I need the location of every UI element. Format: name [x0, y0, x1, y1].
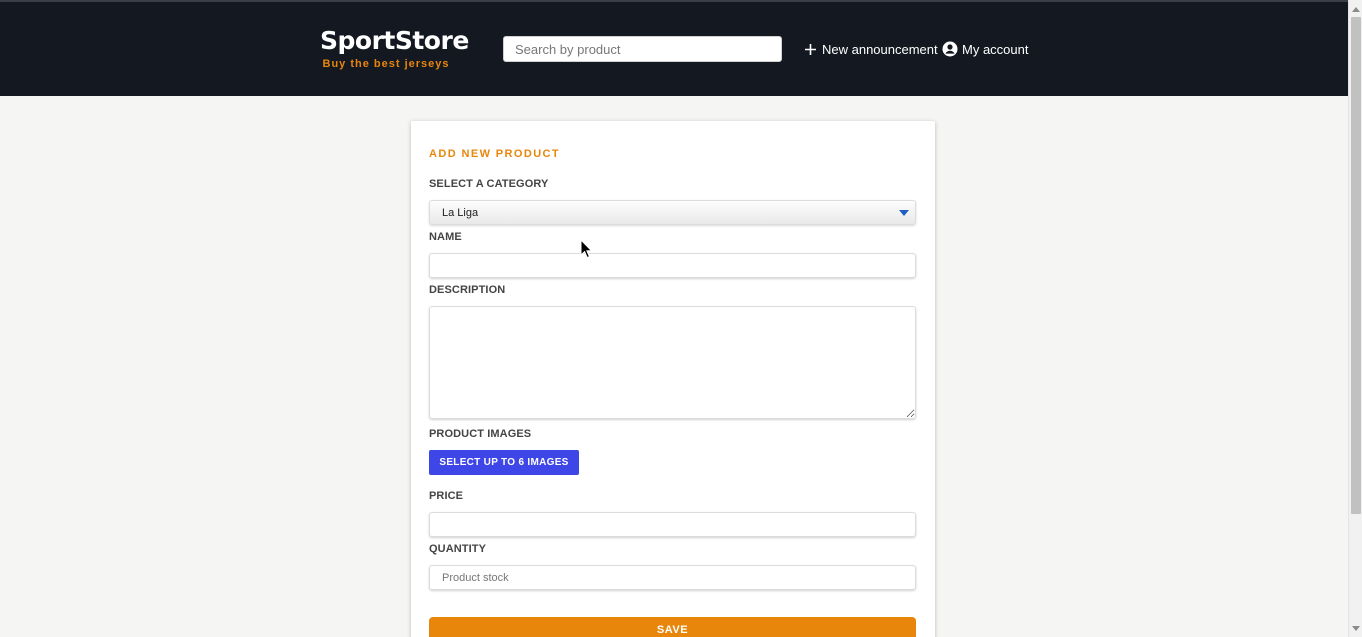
product-images-label: PRODUCT IMAGES	[429, 428, 532, 440]
new-announcement-label: New announcement	[822, 41, 938, 57]
form-title: ADD NEW PRODUCT	[429, 148, 560, 160]
quantity-input[interactable]	[429, 565, 916, 590]
user-circle-icon	[942, 41, 958, 57]
brand-logo[interactable]: SportStore Buy the best jerseys	[320, 26, 469, 70]
save-button[interactable]: SAVE	[429, 617, 916, 637]
plus-icon	[802, 41, 818, 57]
mouse-cursor-icon	[580, 238, 593, 259]
scroll-down-arrow-icon[interactable]	[1349, 621, 1362, 635]
my-account-link[interactable]: My account	[942, 38, 1028, 60]
price-label: PRICE	[429, 490, 464, 502]
scroll-up-arrow-icon[interactable]	[1349, 2, 1362, 16]
search-input[interactable]	[503, 36, 782, 62]
new-announcement-link[interactable]: New announcement	[802, 38, 938, 60]
brand-title: SportStore	[320, 26, 469, 55]
select-images-button[interactable]: SELECT UP TO 6 IMAGES	[429, 450, 579, 475]
quantity-label: QUANTITY	[429, 543, 487, 555]
description-label: DESCRIPTION	[429, 284, 506, 296]
category-select[interactable]: La Liga	[429, 200, 916, 225]
description-textarea[interactable]	[429, 306, 916, 419]
name-label: NAME	[429, 231, 462, 243]
my-account-label: My account	[962, 41, 1029, 57]
price-input[interactable]	[429, 512, 916, 537]
category-label: SELECT A CATEGORY	[429, 178, 549, 190]
add-product-form-card: ADD NEW PRODUCT SELECT A CATEGORY La Lig…	[411, 121, 935, 637]
dropdown-arrow-icon	[899, 210, 909, 216]
category-selected-value: La Liga	[442, 206, 479, 219]
brand-tagline: Buy the best jerseys	[322, 58, 450, 70]
vertical-scrollbar[interactable]	[1348, 0, 1362, 637]
name-input[interactable]	[429, 253, 916, 278]
scrollbar-thumb[interactable]	[1351, 17, 1361, 514]
